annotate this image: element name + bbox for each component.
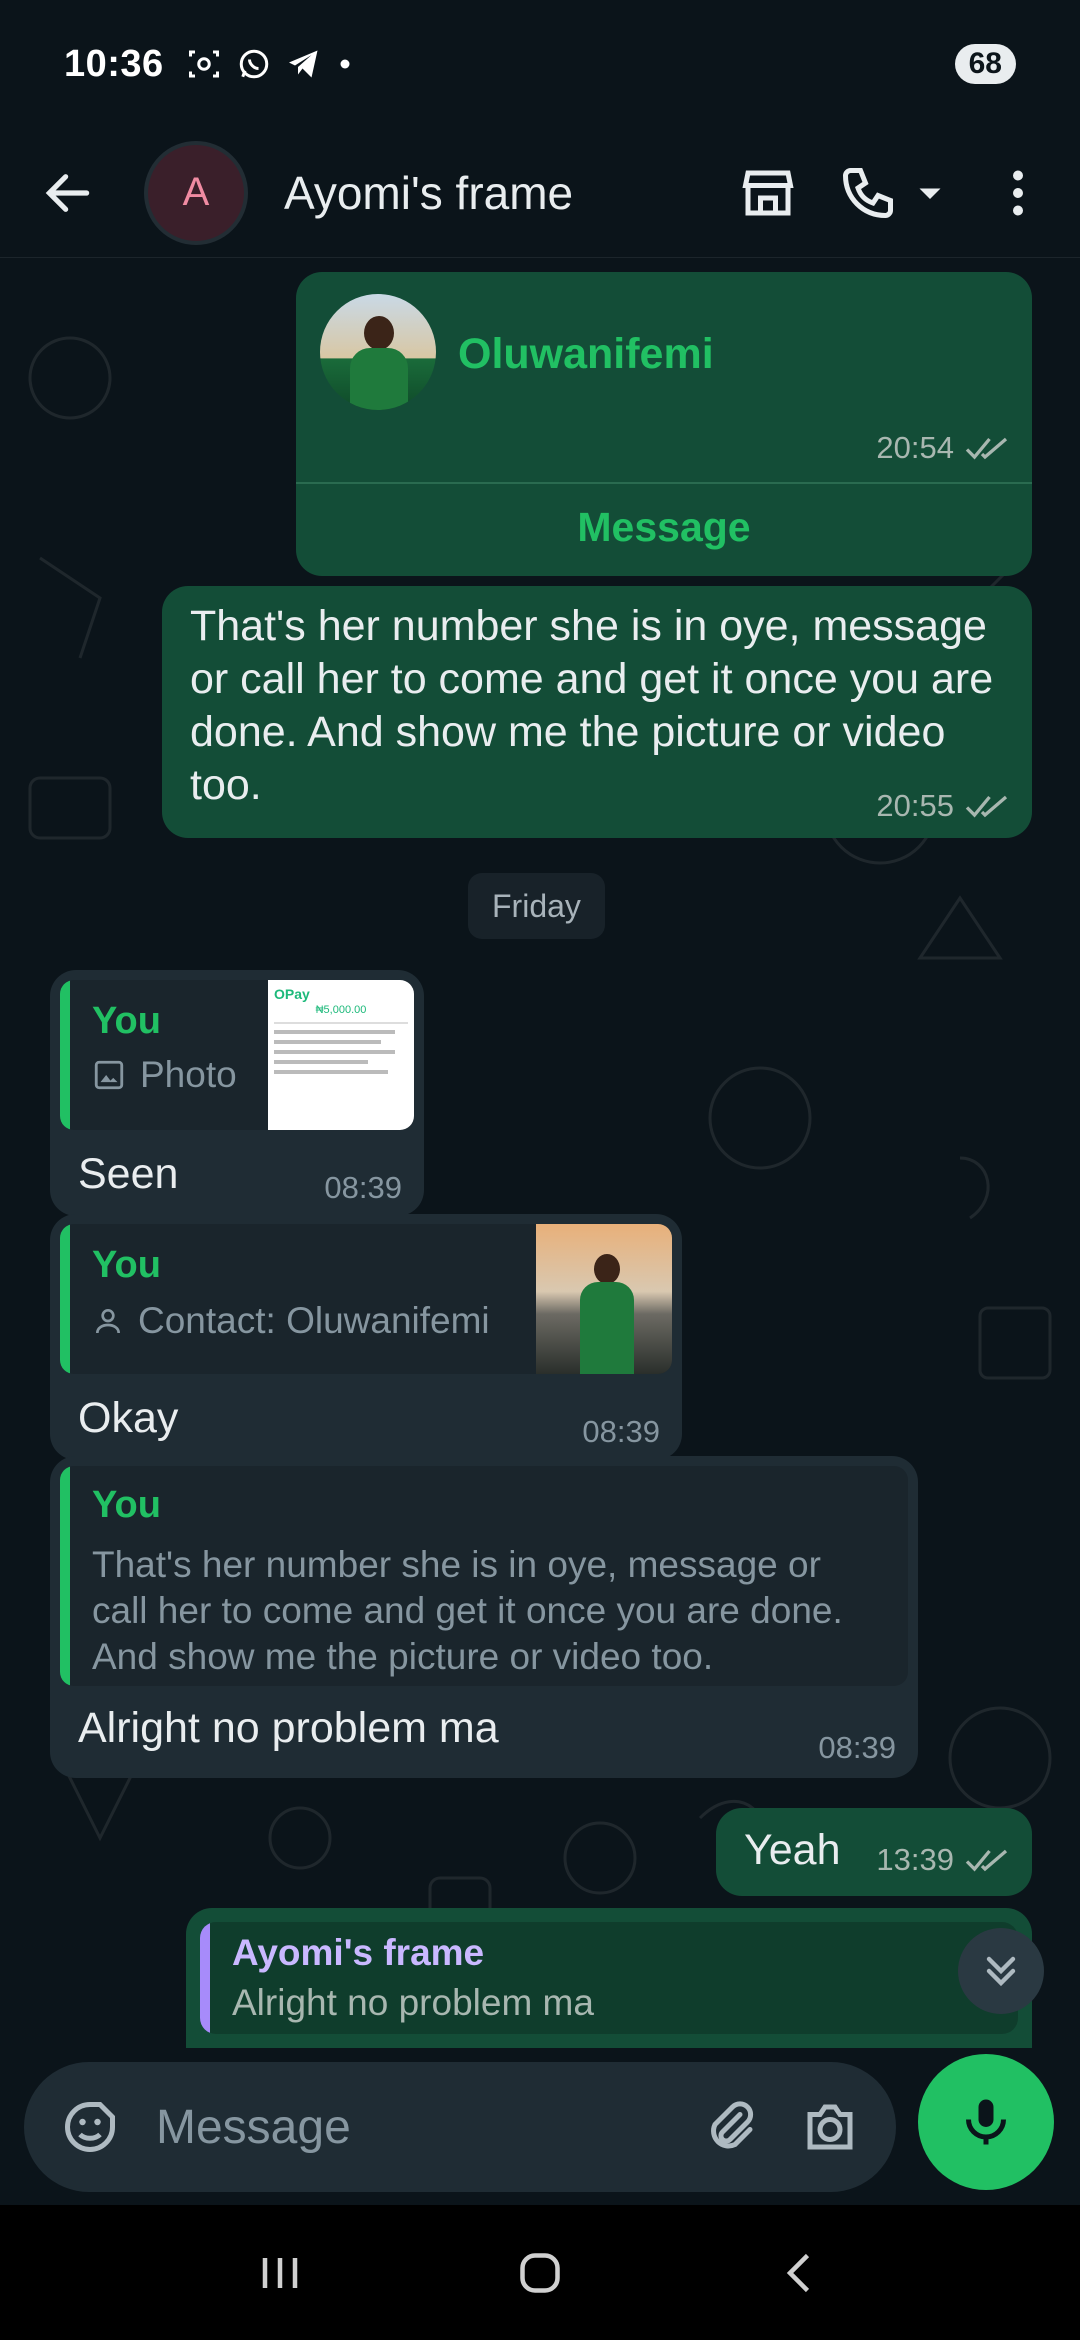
camera-icon[interactable] bbox=[800, 2097, 860, 2157]
reply-quote[interactable]: You Contact: Oluwanifemi bbox=[60, 1224, 672, 1374]
message-bubble-outgoing[interactable]: Yeah 13:39 bbox=[716, 1808, 1032, 1896]
date-chip: Friday bbox=[468, 873, 605, 939]
scroll-to-bottom-button[interactable] bbox=[958, 1928, 1044, 2014]
status-time: 10:36 bbox=[64, 42, 164, 85]
notification-icons bbox=[186, 46, 354, 82]
message-input-bar[interactable]: Message bbox=[24, 2062, 896, 2192]
double-check-icon bbox=[965, 1849, 1008, 1872]
store-icon[interactable] bbox=[738, 163, 798, 223]
message-text: Alright no problem ma bbox=[78, 1704, 499, 1752]
message-bubble-incoming[interactable]: You Contact: Oluwanifemi Okay 08:39 bbox=[50, 1214, 682, 1460]
double-check-icon bbox=[965, 437, 1008, 460]
message-time: 20:54 bbox=[876, 430, 954, 465]
contact-name: Oluwanifemi bbox=[458, 330, 714, 378]
more-vertical-icon[interactable] bbox=[988, 163, 1048, 223]
screenshot-icon bbox=[188, 50, 219, 78]
arrow-left-icon bbox=[45, 173, 90, 212]
quote-author: You bbox=[92, 1484, 161, 1526]
message-input[interactable]: Message bbox=[156, 2100, 700, 2155]
contact-thumbnail bbox=[536, 1224, 672, 1374]
message-text: Seen bbox=[78, 1150, 179, 1198]
chat-area[interactable]: Oluwanifemi 20:54 Message That's her num… bbox=[0, 258, 1080, 2058]
message-bubble-outgoing[interactable]: That's her number she is in oye, message… bbox=[162, 586, 1032, 838]
sticker-icon[interactable] bbox=[60, 2097, 120, 2157]
message-contact-button[interactable]: Message bbox=[296, 504, 1032, 551]
message-meta: 20:55 bbox=[876, 788, 1012, 824]
phone-icon[interactable] bbox=[838, 163, 898, 223]
reply-preview[interactable]: Ayomi's frame Alright no problem ma bbox=[186, 1908, 1032, 2048]
telegram-icon bbox=[288, 50, 318, 78]
back-button[interactable] bbox=[32, 157, 104, 229]
person-icon bbox=[96, 1309, 120, 1334]
home-icon[interactable] bbox=[510, 2243, 570, 2303]
reply-preview-text: Alright no problem ma bbox=[232, 1982, 594, 2023]
caret-down-icon[interactable] bbox=[912, 175, 948, 211]
attachment-icon[interactable] bbox=[700, 2097, 760, 2157]
recent-apps-icon[interactable] bbox=[250, 2243, 310, 2303]
message-text: That's her number she is in oye, message… bbox=[190, 602, 994, 809]
message-time: 08:39 bbox=[818, 1730, 896, 1765]
contact-card-bubble[interactable]: Oluwanifemi 20:54 Message bbox=[296, 272, 1032, 576]
chat-header: A Ayomi's frame bbox=[0, 128, 1080, 258]
reply-quote[interactable]: You Photo OPay ₦5,000.00 bbox=[60, 980, 414, 1130]
contact-card-divider bbox=[296, 482, 1032, 484]
quote-author: You bbox=[92, 1244, 161, 1286]
contact-avatar[interactable] bbox=[320, 294, 436, 410]
double-check-icon bbox=[965, 795, 1008, 818]
message-bubble-incoming[interactable]: You Photo OPay ₦5,000.00 Seen 08:39 bbox=[50, 970, 424, 1216]
chat-title[interactable]: Ayomi's frame bbox=[284, 166, 573, 220]
message-meta: 13:39 bbox=[876, 1842, 1012, 1878]
message-text: Okay bbox=[78, 1394, 179, 1442]
voice-message-button[interactable] bbox=[918, 2054, 1054, 2190]
receipt-thumbnail: OPay ₦5,000.00 bbox=[268, 980, 414, 1130]
reply-quote[interactable]: You That's her number she is in oye, mes… bbox=[60, 1466, 908, 1686]
message-time: 13:39 bbox=[876, 1842, 954, 1877]
quote-subtitle: Photo bbox=[92, 1054, 237, 1096]
message-text: Yeah bbox=[744, 1826, 841, 1874]
dot-icon bbox=[340, 59, 350, 69]
message-time: 20:55 bbox=[876, 788, 954, 823]
status-bar: 10:36 68 bbox=[0, 0, 1080, 128]
message-meta: 20:54 bbox=[876, 430, 1012, 466]
whatsapp-icon bbox=[239, 49, 268, 79]
quote-subtitle: Contact: Oluwanifemi bbox=[92, 1300, 490, 1342]
system-nav-bar bbox=[0, 2205, 1080, 2340]
double-chevron-down-icon bbox=[986, 1956, 1016, 1987]
quote-author: You bbox=[92, 1000, 161, 1042]
battery-indicator: 68 bbox=[954, 44, 1016, 84]
reply-preview-author: Ayomi's frame bbox=[232, 1932, 485, 1973]
message-time: 08:39 bbox=[582, 1414, 660, 1449]
quote-text: That's her number she is in oye, message… bbox=[92, 1544, 843, 1677]
image-icon bbox=[94, 1060, 124, 1090]
avatar[interactable]: A bbox=[144, 140, 248, 245]
back-nav-icon[interactable] bbox=[770, 2243, 830, 2303]
message-bubble-incoming[interactable]: You That's her number she is in oye, mes… bbox=[50, 1456, 918, 1778]
message-time: 08:39 bbox=[324, 1170, 402, 1205]
microphone-icon bbox=[966, 2099, 1006, 2145]
reply-preview-quote[interactable]: Ayomi's frame Alright no problem ma bbox=[200, 1922, 1018, 2034]
